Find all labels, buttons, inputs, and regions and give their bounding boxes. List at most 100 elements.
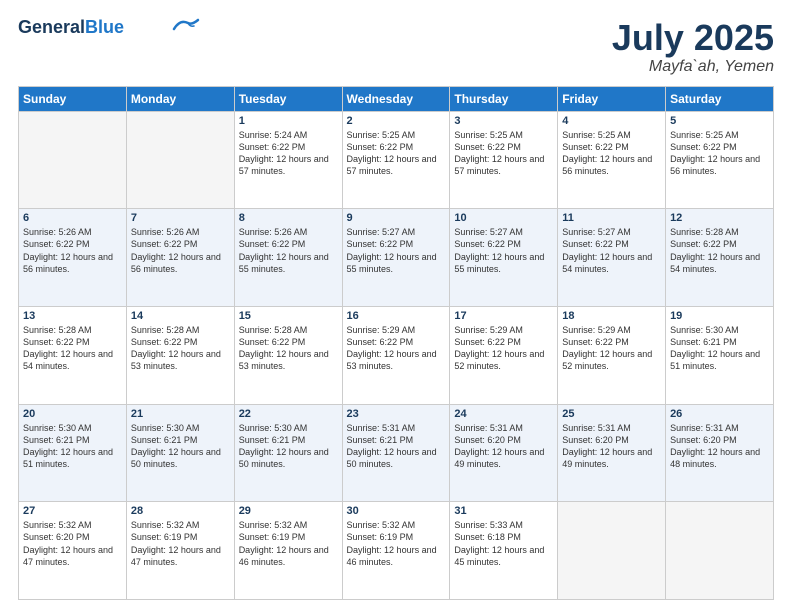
day-info: Sunrise: 5:29 AMSunset: 6:22 PMDaylight:… (562, 324, 661, 373)
day-info: Sunrise: 5:31 AMSunset: 6:21 PMDaylight:… (347, 422, 446, 471)
calendar-week-row: 1Sunrise: 5:24 AMSunset: 6:22 PMDaylight… (19, 111, 774, 209)
day-info: Sunrise: 5:30 AMSunset: 6:21 PMDaylight:… (239, 422, 338, 471)
calendar-day-cell: 17 Sunrise: 5:29 AMSunset: 6:22 PMDayligh… (450, 306, 558, 404)
day-number: 4 (562, 115, 661, 127)
calendar-day-cell: 5 Sunrise: 5:25 AMSunset: 6:22 PMDaylight… (666, 111, 774, 209)
day-info: Sunrise: 5:33 AMSunset: 6:18 PMDaylight:… (454, 519, 553, 568)
weekday-header-friday: Friday (558, 86, 666, 111)
day-info: Sunrise: 5:24 AMSunset: 6:22 PMDaylight:… (239, 129, 338, 178)
day-info: Sunrise: 5:30 AMSunset: 6:21 PMDaylight:… (131, 422, 230, 471)
logo: GeneralBlue (18, 18, 200, 38)
day-number: 19 (670, 310, 769, 322)
weekday-header-monday: Monday (126, 86, 234, 111)
day-info: Sunrise: 5:31 AMSunset: 6:20 PMDaylight:… (562, 422, 661, 471)
day-number: 2 (347, 115, 446, 127)
page: GeneralBlue July 2025 Mayfa`ah, Yemen Su… (0, 0, 792, 612)
calendar-day-cell: 8 Sunrise: 5:26 AMSunset: 6:22 PMDaylight… (234, 209, 342, 307)
day-info: Sunrise: 5:32 AMSunset: 6:20 PMDaylight:… (23, 519, 122, 568)
day-number: 18 (562, 310, 661, 322)
calendar-day-cell: 18 Sunrise: 5:29 AMSunset: 6:22 PMDayligh… (558, 306, 666, 404)
day-info: Sunrise: 5:30 AMSunset: 6:21 PMDaylight:… (670, 324, 769, 373)
day-info: Sunrise: 5:32 AMSunset: 6:19 PMDaylight:… (131, 519, 230, 568)
weekday-header-thursday: Thursday (450, 86, 558, 111)
calendar-day-cell: 6 Sunrise: 5:26 AMSunset: 6:22 PMDaylight… (19, 209, 127, 307)
day-info: Sunrise: 5:26 AMSunset: 6:22 PMDaylight:… (131, 226, 230, 275)
calendar-day-cell: 7Sunrise: 5:26 AMSunset: 6:22 PMDaylight… (126, 209, 234, 307)
calendar-day-cell: 31 Sunrise: 5:33 AMSunset: 6:18 PMDayligh… (450, 502, 558, 600)
weekday-header-row: SundayMondayTuesdayWednesdayThursdayFrid… (19, 86, 774, 111)
day-number: 3 (454, 115, 553, 127)
calendar-day-cell: 27 Sunrise: 5:32 AMSunset: 6:20 PMDayligh… (19, 502, 127, 600)
calendar-week-row: 20Sunrise: 5:30 AMSunset: 6:21 PMDayligh… (19, 404, 774, 502)
day-number: 14 (131, 310, 230, 322)
calendar-day-cell: 21 Sunrise: 5:30 AMSunset: 6:21 PMDayligh… (126, 404, 234, 502)
title-block: July 2025 Mayfa`ah, Yemen (612, 18, 774, 76)
day-info: Sunrise: 5:26 AMSunset: 6:22 PMDaylight:… (239, 226, 338, 275)
day-number: 13 (23, 310, 122, 322)
calendar-day-cell (19, 111, 127, 209)
day-info: Sunrise: 5:28 AMSunset: 6:22 PMDaylight:… (131, 324, 230, 373)
calendar-day-cell: 19 Sunrise: 5:30 AMSunset: 6:21 PMDayligh… (666, 306, 774, 404)
day-info: Sunrise: 5:27 AMSunset: 6:22 PMDaylight:… (454, 226, 553, 275)
calendar-day-cell: 23 Sunrise: 5:31 AMSunset: 6:21 PMDayligh… (342, 404, 450, 502)
calendar-day-cell: 29Sunrise: 5:32 AMSunset: 6:19 PMDayligh… (234, 502, 342, 600)
calendar-day-cell: 20Sunrise: 5:30 AMSunset: 6:21 PMDayligh… (19, 404, 127, 502)
calendar-day-cell: 13Sunrise: 5:28 AMSunset: 6:22 PMDayligh… (19, 306, 127, 404)
calendar-day-cell: 3Sunrise: 5:25 AMSunset: 6:22 PMDaylight… (450, 111, 558, 209)
calendar-day-cell: 9Sunrise: 5:27 AMSunset: 6:22 PMDaylight… (342, 209, 450, 307)
calendar-day-cell: 24 Sunrise: 5:31 AMSunset: 6:20 PMDayligh… (450, 404, 558, 502)
day-number: 12 (670, 212, 769, 224)
day-info: Sunrise: 5:26 AMSunset: 6:22 PMDaylight:… (23, 226, 122, 275)
day-number: 22 (239, 408, 338, 420)
calendar-day-cell: 22 Sunrise: 5:30 AMSunset: 6:21 PMDayligh… (234, 404, 342, 502)
day-info: Sunrise: 5:31 AMSunset: 6:20 PMDaylight:… (454, 422, 553, 471)
day-info: Sunrise: 5:25 AMSunset: 6:22 PMDaylight:… (562, 129, 661, 178)
day-info: Sunrise: 5:30 AMSunset: 6:21 PMDaylight:… (23, 422, 122, 471)
calendar-day-cell: 2Sunrise: 5:25 AMSunset: 6:22 PMDaylight… (342, 111, 450, 209)
day-number: 26 (670, 408, 769, 420)
day-number: 24 (454, 408, 553, 420)
calendar-day-cell: 16 Sunrise: 5:29 AMSunset: 6:22 PMDayligh… (342, 306, 450, 404)
calendar-day-cell: 11Sunrise: 5:27 AMSunset: 6:22 PMDayligh… (558, 209, 666, 307)
day-number: 8 (239, 212, 338, 224)
calendar-day-cell (666, 502, 774, 600)
weekday-header-sunday: Sunday (19, 86, 127, 111)
day-info: Sunrise: 5:25 AMSunset: 6:22 PMDaylight:… (670, 129, 769, 178)
header: GeneralBlue July 2025 Mayfa`ah, Yemen (18, 18, 774, 76)
calendar-day-cell: 25Sunrise: 5:31 AMSunset: 6:20 PMDayligh… (558, 404, 666, 502)
day-number: 23 (347, 408, 446, 420)
day-number: 27 (23, 505, 122, 517)
day-number: 31 (454, 505, 553, 517)
day-info: Sunrise: 5:29 AMSunset: 6:22 PMDaylight:… (347, 324, 446, 373)
day-number: 21 (131, 408, 230, 420)
day-number: 28 (131, 505, 230, 517)
day-info: Sunrise: 5:31 AMSunset: 6:20 PMDaylight:… (670, 422, 769, 471)
calendar-week-row: 27 Sunrise: 5:32 AMSunset: 6:20 PMDayligh… (19, 502, 774, 600)
day-number: 16 (347, 310, 446, 322)
day-info: Sunrise: 5:32 AMSunset: 6:19 PMDaylight:… (239, 519, 338, 568)
day-number: 5 (670, 115, 769, 127)
calendar-table: SundayMondayTuesdayWednesdayThursdayFrid… (18, 86, 774, 600)
calendar-day-cell: 14 Sunrise: 5:28 AMSunset: 6:22 PMDayligh… (126, 306, 234, 404)
logo-text: GeneralBlue (18, 18, 124, 38)
calendar-day-cell: 28 Sunrise: 5:32 AMSunset: 6:19 PMDayligh… (126, 502, 234, 600)
calendar-day-cell: 10Sunrise: 5:27 AMSunset: 6:22 PMDayligh… (450, 209, 558, 307)
calendar-day-cell: 15Sunrise: 5:28 AMSunset: 6:22 PMDayligh… (234, 306, 342, 404)
day-info: Sunrise: 5:27 AMSunset: 6:22 PMDaylight:… (347, 226, 446, 275)
day-info: Sunrise: 5:28 AMSunset: 6:22 PMDaylight:… (670, 226, 769, 275)
day-info: Sunrise: 5:29 AMSunset: 6:22 PMDaylight:… (454, 324, 553, 373)
calendar-day-cell: 12 Sunrise: 5:28 AMSunset: 6:22 PMDayligh… (666, 209, 774, 307)
calendar-week-row: 6 Sunrise: 5:26 AMSunset: 6:22 PMDaylight… (19, 209, 774, 307)
calendar-day-cell: 1Sunrise: 5:24 AMSunset: 6:22 PMDaylight… (234, 111, 342, 209)
logo-bird-icon (172, 17, 200, 33)
weekday-header-wednesday: Wednesday (342, 86, 450, 111)
day-number: 11 (562, 212, 661, 224)
day-info: Sunrise: 5:32 AMSunset: 6:19 PMDaylight:… (347, 519, 446, 568)
logo-blue: Blue (85, 17, 124, 37)
calendar-day-cell (558, 502, 666, 600)
logo-general: General (18, 17, 85, 37)
calendar-week-row: 13 Sunrise: 5:28 AMSunset: 6:22 PMDayligh… (19, 306, 774, 404)
day-number: 6 (23, 212, 122, 224)
location-title: Mayfa`ah, Yemen (612, 58, 774, 76)
day-number: 17 (454, 310, 553, 322)
